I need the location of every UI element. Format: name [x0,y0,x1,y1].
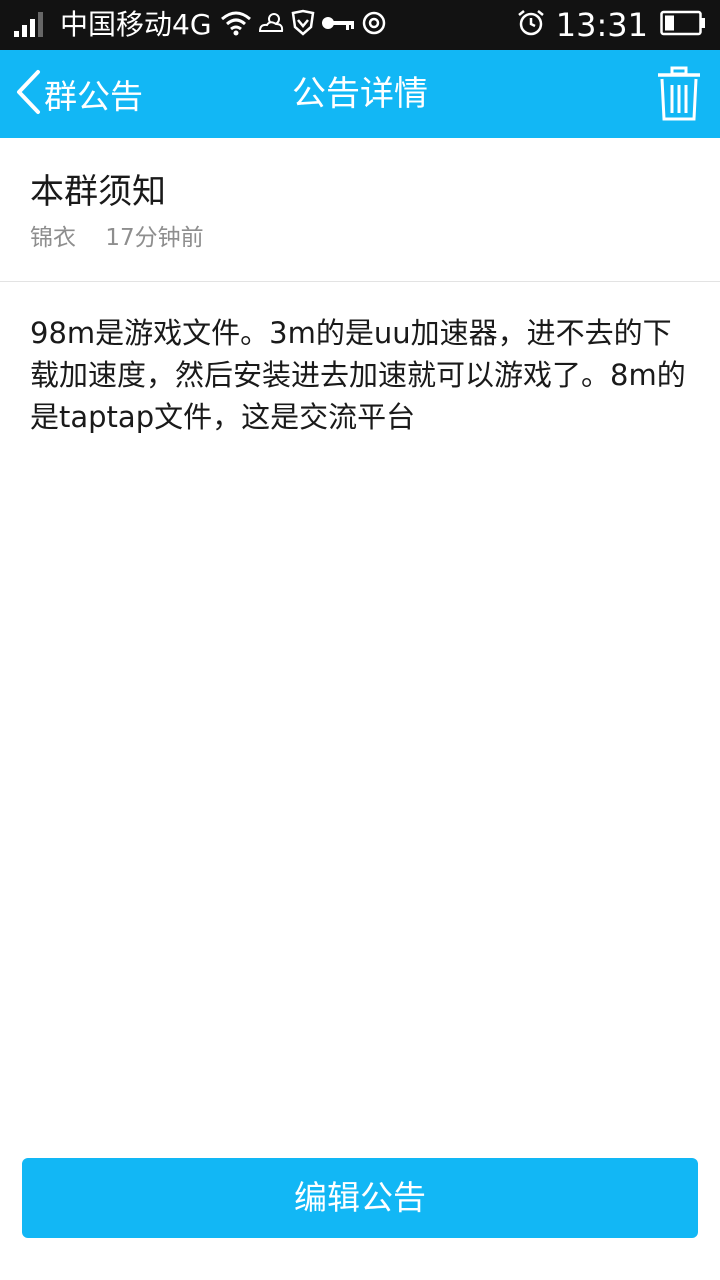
notice-body: 98m是游戏文件。3m的是uu加速器，进不去的下载加速度，然后安装进去加速就可以… [30,316,686,434]
carrier-label: 中国移动4G [60,8,212,41]
divider [0,281,720,282]
key-icon [320,9,356,41]
back-label: 群公告 [44,77,143,116]
edit-notice-button[interactable]: 编辑公告 [22,1158,698,1238]
battery-icon [660,10,706,40]
notice-meta: 锦衣 17分钟前 [30,218,226,252]
weather-icon [256,9,286,41]
trash-icon [656,66,702,126]
status-right: 13:31 [514,0,708,50]
notice-author: 锦衣 [30,225,76,251]
notice-time: 17分钟前 [105,225,204,251]
chevron-left-icon [14,69,42,119]
notice-header: 本群须知 锦衣 17分钟前 [0,138,720,281]
notice-title: 本群须知 [30,172,166,212]
vpn-shield-icon [290,9,316,41]
status-bar: 中国移动4G 13:31 [0,0,720,50]
title-bar: 群公告 公告详情 [0,50,720,138]
status-left: 中国移动4G [12,0,390,50]
back-button[interactable]: 群公告 [14,50,143,138]
clock-time: 13:31 [555,6,648,44]
wifi-icon [220,9,252,41]
alarm-icon [516,8,546,42]
delete-button[interactable] [656,66,702,122]
signal-icon [14,9,48,41]
sync-icon [360,9,388,41]
